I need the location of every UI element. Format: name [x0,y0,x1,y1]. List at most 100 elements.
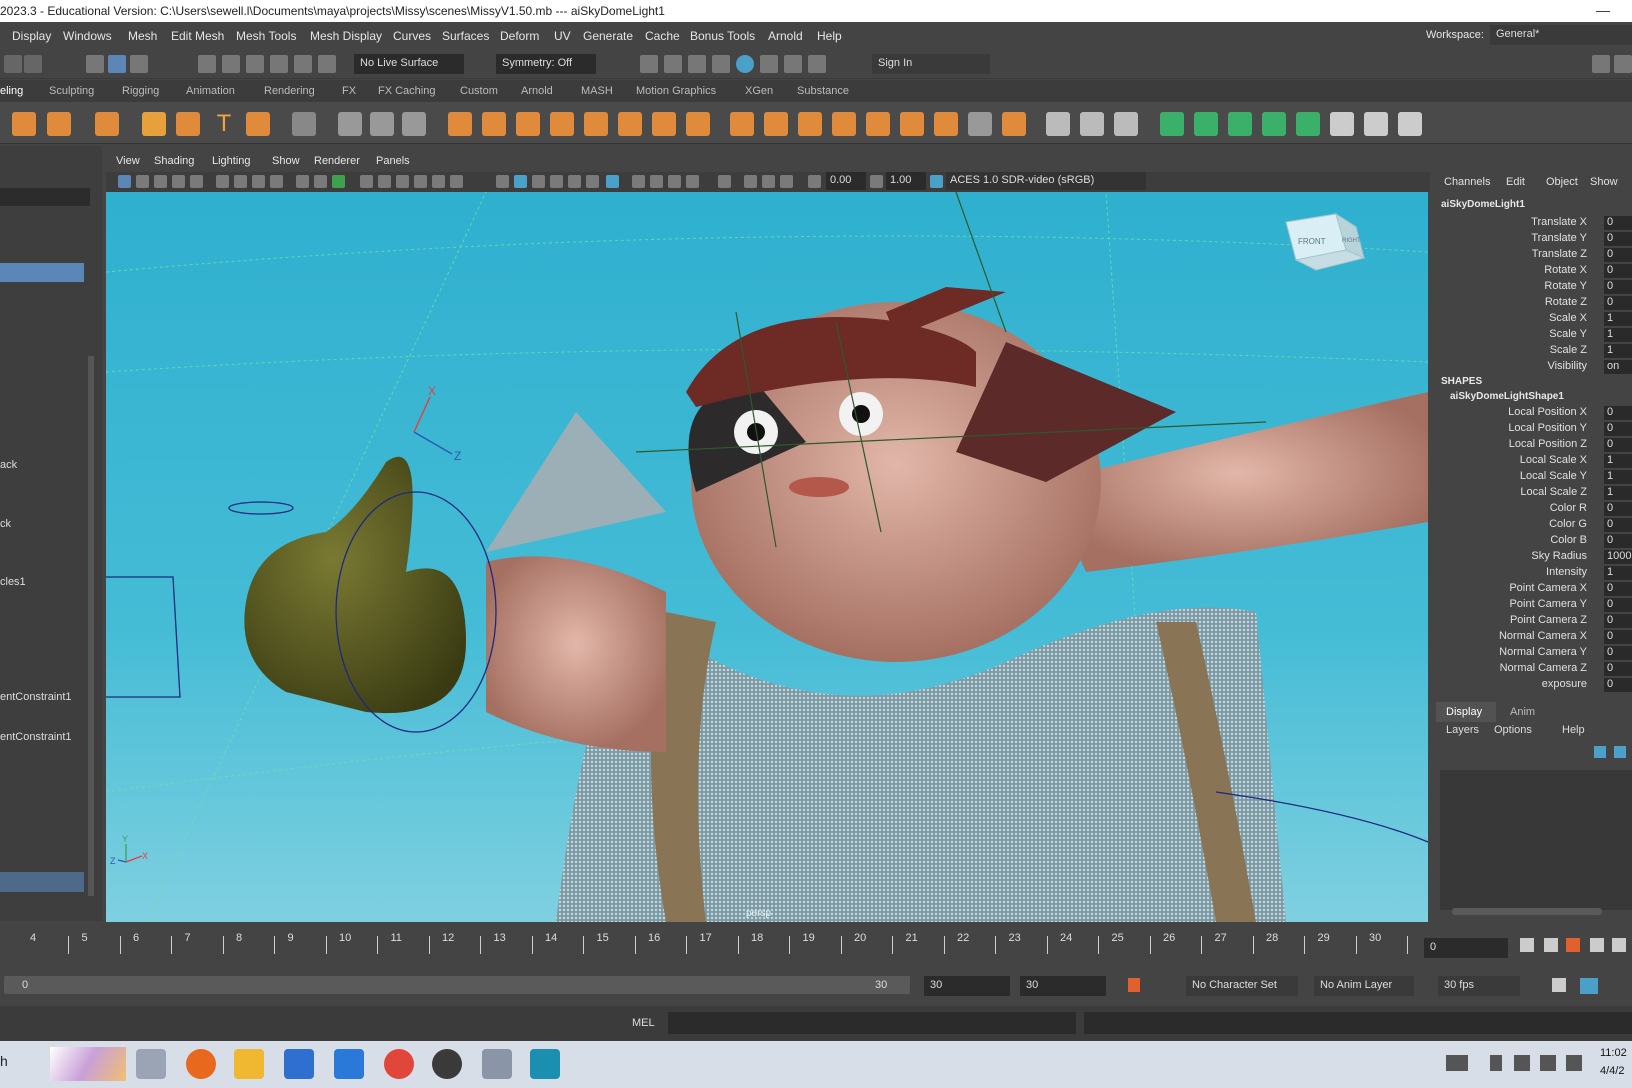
offset-loop-icon[interactable] [934,112,958,136]
pinch-brush-icon[interactable] [1296,112,1320,136]
cb-attr-label[interactable]: Local Position Y [1508,422,1587,434]
shelf-tab-arnold[interactable]: Arnold [521,85,553,97]
cb-attr-label[interactable]: Point Camera Y [1510,598,1587,610]
view-transform-select[interactable]: ACES 1.0 SDR-video (sRGB) [946,172,1146,190]
shadows-icon[interactable] [606,175,619,188]
modeling-toolkit-icon[interactable] [1592,55,1610,73]
go-to-start-icon[interactable] [1520,938,1534,952]
network-app-icon[interactable] [482,1049,512,1079]
menu-mesh-tools[interactable]: Mesh Tools [236,29,296,43]
multi-cut-icon[interactable] [798,112,822,136]
target-weld-icon[interactable] [832,112,856,136]
shelf-tab-fx-caching[interactable]: FX Caching [378,85,435,97]
cut-icon[interactable] [1398,112,1422,136]
layer-menu-help[interactable]: Help [1562,724,1585,736]
poly-star-icon[interactable] [142,112,166,136]
vp-menu-shading[interactable]: Shading [154,155,194,167]
anim-prefs-icon[interactable] [1580,978,1598,994]
cb-attr-value[interactable]: 0 [1604,296,1632,310]
cb-attr-value[interactable]: 1 [1604,566,1632,580]
script-language-label[interactable]: MEL [632,1017,655,1029]
wireframe-on-shaded-icon[interactable] [550,175,563,188]
cb-menu-edit[interactable]: Edit [1506,176,1525,188]
exposure-field[interactable]: 0.00 [826,172,866,190]
checker-icon[interactable] [1330,112,1354,136]
extrude-icon[interactable] [618,112,642,136]
anim-layer-select[interactable]: No Anim Layer [1314,976,1414,996]
menu-bonus-tools[interactable]: Bonus Tools [690,29,755,43]
smooth-icon[interactable] [516,112,540,136]
xray-icon[interactable] [414,175,427,188]
cb-attr-label[interactable]: Translate X [1531,216,1587,228]
cb-attr-label[interactable]: Rotate Y [1544,280,1587,292]
snap-surface-icon[interactable] [294,55,312,73]
outliner-selected-row[interactable] [0,872,84,892]
cb-attr-label[interactable]: Translate Y [1531,232,1587,244]
outliner-scrollbar[interactable] [88,356,94,896]
menu-edit-mesh[interactable]: Edit Mesh [171,29,224,43]
step-back-frame-icon[interactable] [1566,938,1580,952]
auto-key-icon[interactable] [1128,978,1140,992]
menu-deform[interactable]: Deform [500,29,539,43]
xray-active-icon[interactable] [450,175,463,188]
cb-attr-value[interactable]: 0 [1604,662,1632,676]
cb-attr-value[interactable]: 1000 [1604,550,1632,564]
cb-attr-label[interactable]: exposure [1542,678,1587,690]
store-icon[interactable] [284,1049,314,1079]
cb-menu-object[interactable]: Object [1546,176,1578,188]
chevron-up-icon[interactable] [1490,1055,1502,1071]
snap-pivot-icon[interactable] [318,55,336,73]
resolution-gate-icon[interactable] [234,175,247,188]
edit-icon[interactable] [1046,112,1070,136]
depth-of-field-icon[interactable] [686,175,699,188]
field-chart-icon[interactable] [270,175,283,188]
cb-attr-value[interactable]: 0 [1604,216,1632,230]
hud-icon[interactable] [378,175,391,188]
cb-attr-value[interactable]: 0 [1604,280,1632,294]
layer-move-down-icon[interactable] [1614,746,1626,758]
separate-icon[interactable] [482,112,506,136]
grease-pencil-icon[interactable] [332,175,345,188]
sign-in-button[interactable]: Sign In [872,54,990,74]
vp-menu-renderer[interactable]: Renderer [314,155,360,167]
isolate-icon[interactable] [396,175,409,188]
menu-display[interactable]: Display [12,29,51,43]
firefox-icon[interactable] [186,1049,216,1079]
play-backward-icon[interactable] [1590,938,1604,952]
layer-tab-display[interactable]: Display [1446,706,1482,718]
color-management-icon[interactable] [930,175,943,188]
cb-attr-label[interactable]: Sky Radius [1531,550,1587,562]
poly-helix-icon[interactable] [176,112,200,136]
image-plane-icon[interactable] [172,175,185,188]
vp-menu-view[interactable]: View [116,155,140,167]
cb-attr-value[interactable]: 0 [1604,598,1632,612]
menu-mesh[interactable]: Mesh [128,29,157,43]
menu-help[interactable]: Help [817,29,842,43]
clock-date[interactable]: 4/4/2 [1600,1065,1624,1077]
cb-attr-label[interactable]: Local Position Z [1509,438,1587,450]
cb-attr-label[interactable]: Color R [1550,502,1587,514]
symmetry-icon[interactable] [1364,112,1388,136]
render-frame-icon[interactable] [640,55,658,73]
motion-blur-icon[interactable] [650,175,663,188]
combine-icon[interactable] [448,112,472,136]
xray-joints-icon[interactable] [432,175,445,188]
cb-attr-value[interactable]: 0 [1604,534,1632,548]
menu-generate[interactable]: Generate [583,29,633,43]
current-frame-field[interactable]: 0 [1424,938,1508,958]
safe-title-icon[interactable] [314,175,327,188]
shelf-tab-substance[interactable]: Substance [797,85,849,97]
poly-text-icon[interactable]: T [212,112,236,136]
grab-brush-icon[interactable] [1262,112,1286,136]
loop-icon[interactable] [1552,978,1566,992]
viewport-3d[interactable]: X Z Y X Z FRONT RIGHT persp [106,192,1428,922]
minimize-button[interactable]: — [1596,2,1610,18]
wireframe-icon[interactable] [496,175,509,188]
mirror-icon[interactable] [584,112,608,136]
menu-cache[interactable]: Cache [645,29,680,43]
shelf-tab-rendering[interactable]: Rendering [264,85,315,97]
cb-attr-value[interactable]: 0 [1604,248,1632,262]
gamma-field[interactable]: 1.00 [886,172,926,190]
volume-icon[interactable] [1540,1055,1556,1071]
grid-icon[interactable] [292,112,316,136]
